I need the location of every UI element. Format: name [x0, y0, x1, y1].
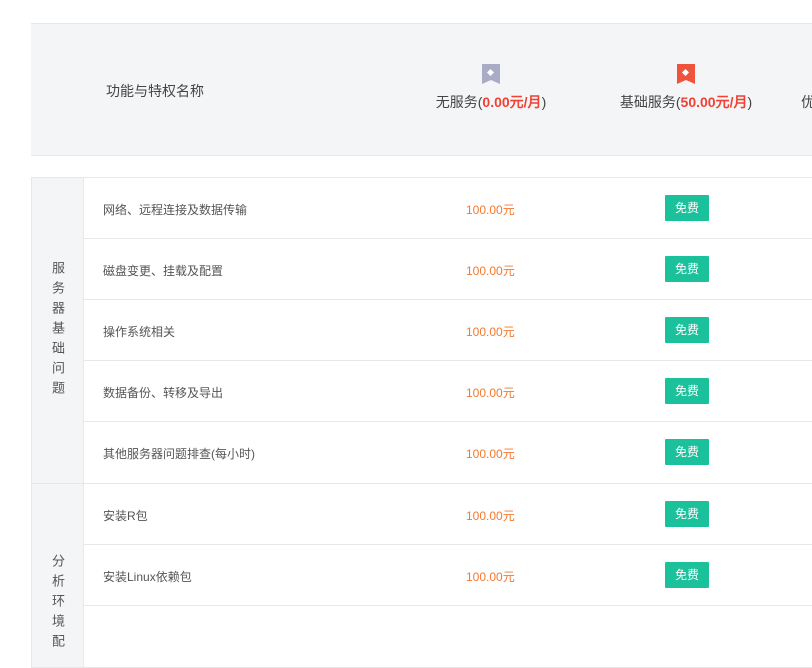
feature-price: 100.00元 [466, 203, 515, 217]
free-badge: 免费 [665, 195, 709, 221]
plan-basic: 基础服务(50.00元/月) [586, 64, 786, 112]
table-row: 安装R包 100.00元 免费 [84, 484, 812, 545]
feature-price: 100.00元 [466, 447, 515, 461]
plan-basic-label: 基础服务(50.00元/月) [619, 94, 753, 110]
feature-price: 100.00元 [466, 386, 515, 400]
group-label: 服务器基础问题 [50, 260, 65, 401]
feature-name: 网络、远程连接及数据传输 [103, 203, 248, 217]
feature-price: 100.00元 [466, 570, 515, 584]
free-badge: 免费 [665, 501, 709, 527]
free-badge: 免费 [665, 439, 709, 465]
plan-none-price: 0.00元/月 [482, 94, 542, 110]
free-badge: 免费 [665, 378, 709, 404]
plan-comparison-header: 功能与特权名称 无服务(0.00元/月) 基础服务(50.00元/月) 优 [31, 23, 812, 156]
table-row: 安装Linux依赖包 100.00元 免费 [84, 545, 812, 606]
group-label: 分析环境配 [50, 554, 65, 654]
free-badge: 免费 [665, 256, 709, 282]
plan-basic-price: 50.00元/月 [680, 94, 748, 110]
plan-none: 无服务(0.00元/月) [411, 64, 571, 112]
feature-price: 100.00元 [466, 509, 515, 523]
table-row: 磁盘变更、挂载及配置 100.00元 免费 [84, 239, 812, 300]
feature-name: 操作系统相关 [103, 325, 176, 339]
table-row: 其他服务器问题排查(每小时) 100.00元 免费 [84, 422, 812, 483]
table-row: 数据备份、转移及导出 100.00元 免费 [84, 361, 812, 422]
feature-name: 磁盘变更、挂载及配置 [103, 264, 224, 278]
feature-column-title: 功能与特权名称 [106, 83, 204, 99]
feature-price: 100.00元 [466, 264, 515, 278]
table-row: 操作系统相关 100.00元 免费 [84, 300, 812, 361]
free-badge: 免费 [665, 562, 709, 588]
feature-table: 服务器基础问题 网络、远程连接及数据传输 100.00元 免费 磁盘变更、挂载及配置… [31, 177, 812, 668]
feature-name: 数据备份、转移及导出 [103, 386, 224, 400]
plan-none-label: 无服务(0.00元/月) [435, 94, 547, 110]
plan-premium-label: 优 [801, 94, 812, 110]
feature-price: 100.00元 [466, 325, 515, 339]
ribbon-badge-icon [677, 64, 695, 84]
group-analysis-env: 分析环境配 安装R包 100.00元 免费 安装Linux依赖包 100.00元 免费 [31, 484, 812, 668]
free-badge: 免费 [665, 317, 709, 343]
plan-premium: 优 [801, 64, 812, 112]
ribbon-badge-icon [482, 64, 500, 84]
feature-name: 其他服务器问题排查(每小时) [103, 447, 255, 461]
table-row [84, 606, 812, 667]
feature-name: 安装R包 [103, 509, 148, 523]
group-server-basics: 服务器基础问题 网络、远程连接及数据传输 100.00元 免费 磁盘变更、挂载及配置… [31, 178, 812, 484]
table-row: 网络、远程连接及数据传输 100.00元 免费 [84, 178, 812, 239]
feature-name: 安装Linux依赖包 [103, 570, 192, 584]
